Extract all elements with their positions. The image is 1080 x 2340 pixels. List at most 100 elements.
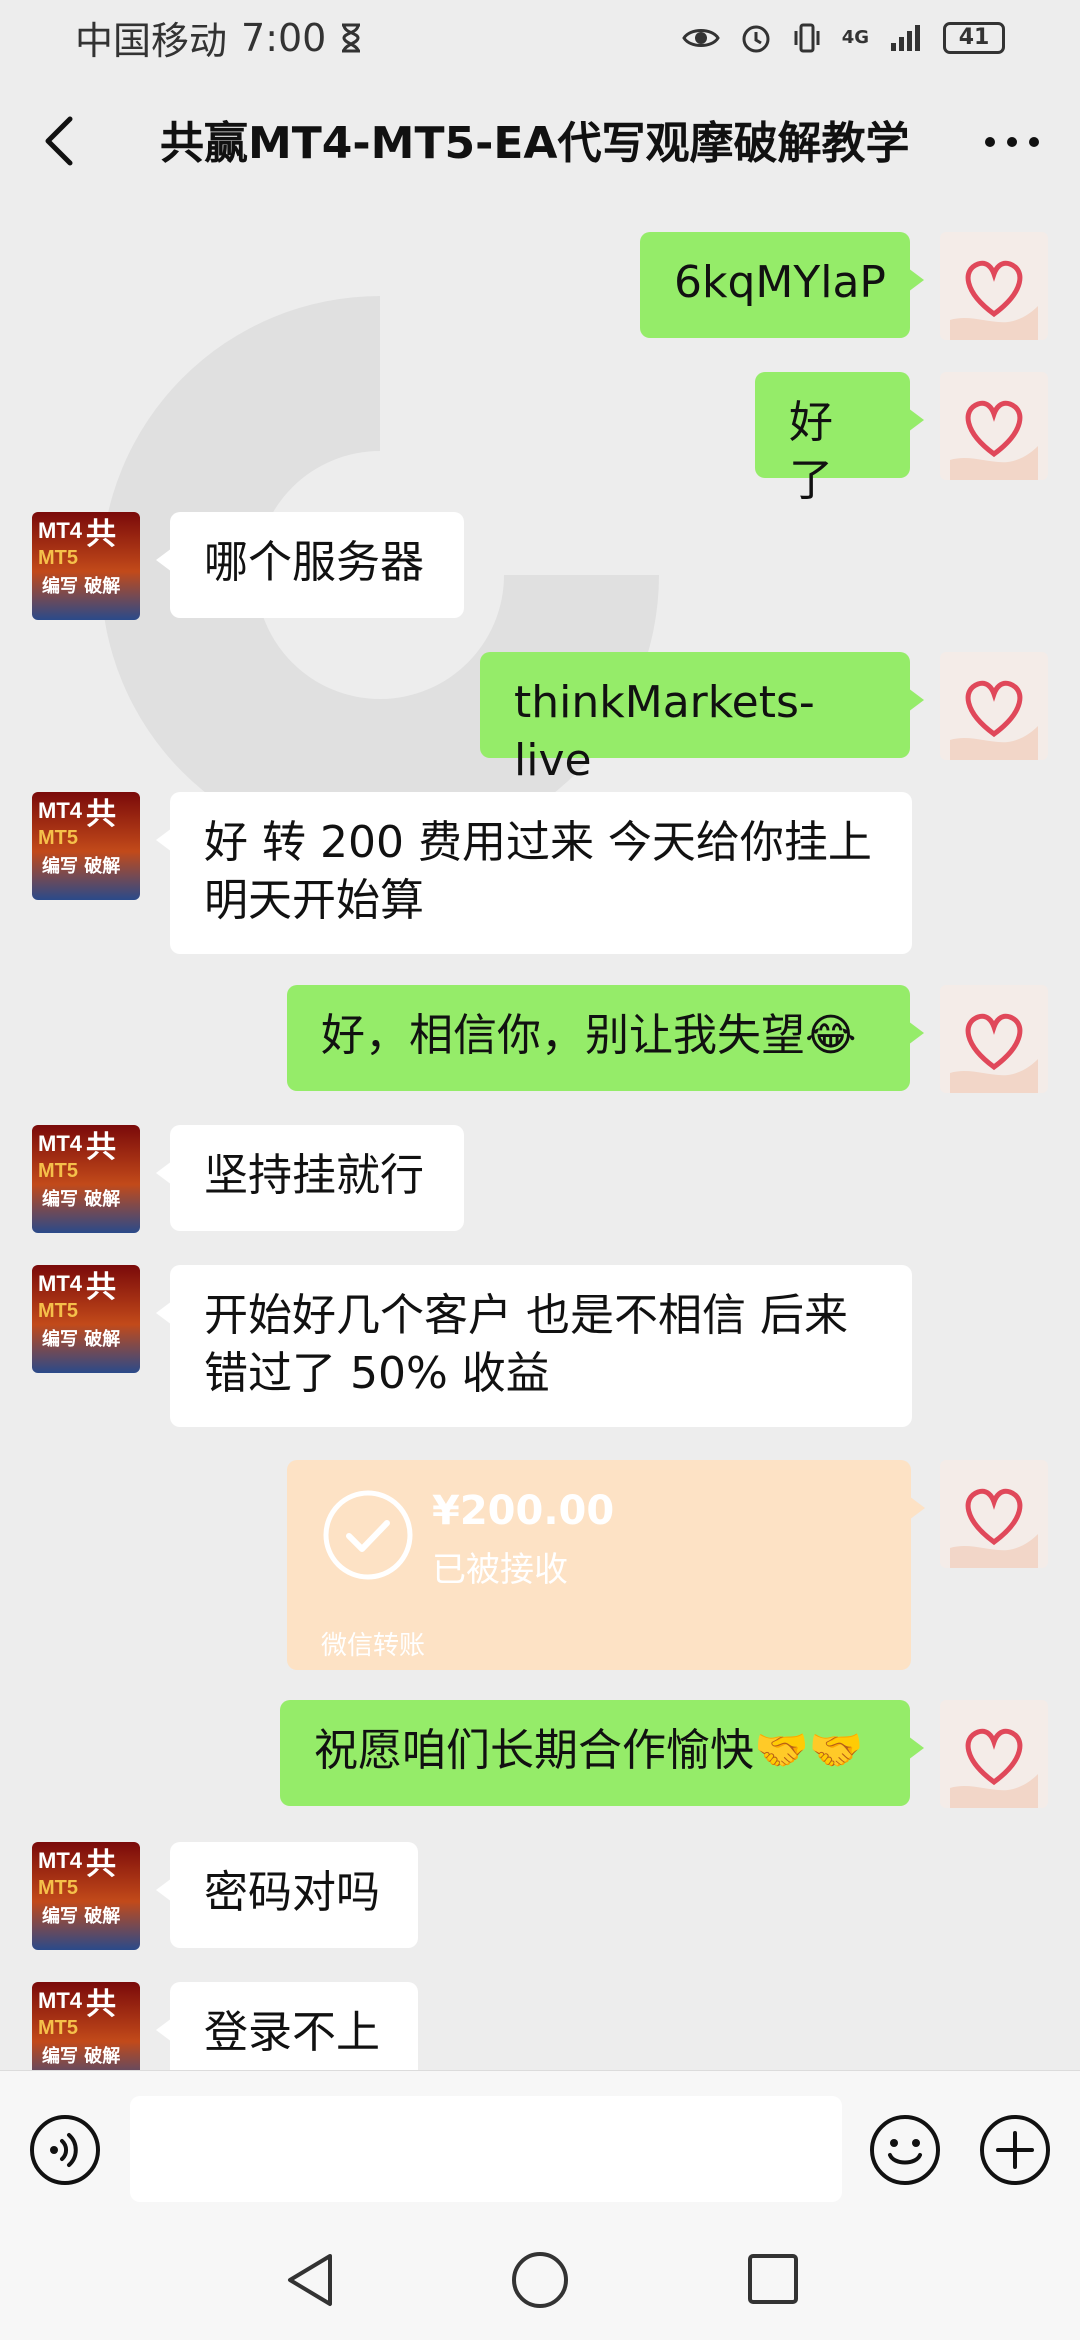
more-options-icon[interactable] [982, 117, 1042, 167]
system-recent-apps-icon[interactable] [744, 2250, 802, 2308]
carrier-label: 中国移动 [75, 19, 228, 63]
avatar-text: MT4 [38, 798, 83, 823]
my-avatar[interactable] [940, 985, 1048, 1093]
avatar-text: 编写 破解 [42, 855, 120, 877]
my-avatar[interactable] [940, 652, 1048, 760]
avatar-text: 共 [86, 1130, 116, 1165]
voice-input-icon[interactable] [28, 2113, 102, 2187]
heart-hands-icon [940, 985, 1048, 1093]
my-avatar[interactable] [940, 372, 1048, 480]
avatar-text: 共 [86, 797, 116, 832]
avatar-text: 共 [86, 1270, 116, 1305]
message-bubble[interactable]: 密码对吗 [156, 1842, 418, 1948]
message-bubble[interactable]: thinkMarkets-live [480, 652, 924, 786]
avatar-text: 编写 破解 [42, 1905, 120, 1927]
heart-hands-icon [940, 372, 1048, 480]
message-bubble[interactable]: 好 转 200 费用过来 今天给你挂上 明天开始算 [156, 792, 912, 954]
avatar-text: MT5 [38, 1160, 78, 1182]
my-avatar[interactable] [940, 1700, 1048, 1808]
message-bubble[interactable]: 开始好几个客户 也是不相信 后来 错过了 50% 收益 [156, 1265, 912, 1427]
my-avatar[interactable] [940, 232, 1048, 340]
message-bubble[interactable]: 好，相信你，别让我失望😂 [287, 985, 924, 1091]
contact-avatar-image: MT4 共 MT5 编写 破解 [32, 512, 140, 620]
eye-icon [681, 28, 720, 47]
emoji-icon[interactable] [868, 2113, 942, 2187]
avatar-text: MT4 [38, 1131, 83, 1156]
message-text: 好了 [789, 397, 833, 506]
avatar-text: MT4 [38, 1988, 83, 2013]
contact-avatar[interactable]: MT4 共 MT5 编写 破解 [32, 1842, 140, 1950]
heart-hands-icon [940, 1700, 1048, 1808]
system-back-icon[interactable] [282, 2250, 338, 2310]
avatar-text: MT4 [38, 518, 83, 543]
avatar-text: MT4 [38, 1848, 83, 1873]
transfer-status: 已被接收 [432, 1550, 568, 1590]
system-navigation-bar [0, 2220, 1080, 2340]
contact-avatar-image: MT4 共 MT5 编写 破解 [32, 1125, 140, 1233]
heart-hands-icon [940, 652, 1048, 760]
chat-header: 共赢MT4-MT5-EA代写观摩破解教学 [0, 75, 1080, 205]
message-text-input[interactable] [130, 2096, 842, 2202]
transfer-card[interactable]: ¥200.00 已被接收 微信转账 [287, 1460, 925, 1670]
avatar-text: MT5 [38, 827, 78, 849]
message-bubble[interactable]: 登录不上 [156, 1982, 418, 2070]
message-bubble[interactable]: 6kqMYlaP [640, 232, 924, 338]
more-functions-plus-icon[interactable] [978, 2113, 1052, 2187]
check-circle-icon [323, 1490, 413, 1580]
transfer-amount: ¥200.00 [432, 1488, 615, 1534]
clock: 7:00 [241, 15, 327, 60]
message-bubble[interactable]: 哪个服务器 [156, 512, 464, 618]
message-text-line: 明天开始算 [204, 875, 424, 926]
avatar-text: 编写 破解 [42, 575, 120, 597]
hourglass-icon [342, 23, 361, 52]
contact-avatar[interactable]: MT4 共 MT5 编写 破解 [32, 512, 140, 620]
message-text: 密码对吗 [204, 1867, 380, 1918]
message-bubble[interactable]: 坚持挂就行 [156, 1125, 464, 1231]
system-home-icon[interactable] [508, 2248, 572, 2312]
alarm-icon [742, 25, 770, 52]
network-type: 4G [841, 27, 869, 48]
heart-hands-icon [940, 1460, 1048, 1568]
my-avatar[interactable] [940, 1460, 1048, 1568]
signal-icon [891, 24, 920, 51]
status-bar: 中国移动 7:00 4G 41 [0, 0, 1080, 75]
contact-avatar-image: MT4 共 MT5 编写 破解 [32, 1842, 140, 1950]
contact-avatar-image: MT4 共 MT5 编写 破解 [32, 1982, 140, 2070]
avatar-text: MT5 [38, 547, 78, 569]
message-text-line: 开始好几个客户 也是不相信 后来 [204, 1290, 848, 1341]
contact-avatar[interactable]: MT4 共 MT5 编写 破解 [32, 1125, 140, 1233]
back-arrow-icon[interactable] [40, 115, 80, 167]
avatar-text: MT5 [38, 1300, 78, 1322]
avatar-text: MT4 [38, 1271, 83, 1296]
battery-icon: 41 [943, 21, 1005, 54]
avatar-text: MT5 [38, 2017, 78, 2039]
contact-avatar[interactable]: MT4 共 MT5 编写 破解 [32, 1982, 140, 2070]
chat-message-list[interactable]: 6kqMYlaP 好了 MT4 共 MT5 编写 破解 哪个服务器 thinkMark… [0, 205, 1080, 2070]
avatar-text: 编写 破解 [42, 1328, 120, 1350]
message-text: 6kqMYlaP [674, 257, 886, 308]
avatar-text: MT5 [38, 1877, 78, 1899]
message-text-line: 好 转 200 费用过来 今天给你挂上 [204, 817, 872, 868]
message-text: 哪个服务器 [204, 537, 424, 588]
message-input-bar [0, 2070, 1080, 2221]
contact-avatar-image: MT4 共 MT5 编写 破解 [32, 1265, 140, 1373]
message-bubble[interactable]: 祝愿咱们长期合作愉快🤝🤝 [280, 1700, 924, 1806]
avatar-text: 编写 破解 [42, 2045, 120, 2067]
message-text: 坚持挂就行 [204, 1150, 424, 1201]
message-bubble[interactable]: 好了 [755, 372, 924, 506]
avatar-text: 共 [86, 517, 116, 552]
heart-hands-icon [940, 232, 1048, 340]
avatar-text: 编写 破解 [42, 1188, 120, 1210]
contact-avatar[interactable]: MT4 共 MT5 编写 破解 [32, 1265, 140, 1373]
message-text: 祝愿咱们长期合作愉快🤝🤝 [314, 1725, 864, 1776]
contact-avatar[interactable]: MT4 共 MT5 编写 破解 [32, 792, 140, 900]
chat-title: 共赢MT4-MT5-EA代写观摩破解教学 [160, 118, 910, 169]
message-text: 好，相信你，别让我失望😂 [321, 1010, 857, 1061]
avatar-text: 共 [86, 1847, 116, 1882]
avatar-text: 共 [86, 1987, 116, 2022]
message-text-line: 错过了 50% 收益 [204, 1348, 550, 1399]
message-text: 登录不上 [204, 2007, 380, 2058]
vibrate-icon [794, 23, 820, 52]
contact-avatar-image: MT4 共 MT5 编写 破解 [32, 792, 140, 900]
transfer-label: 微信转账 [321, 1631, 426, 1661]
